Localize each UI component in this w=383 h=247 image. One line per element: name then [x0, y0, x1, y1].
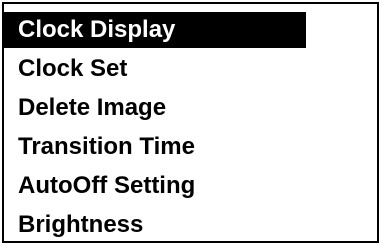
menu-item-transition-time[interactable]: Transition Time — [4, 129, 306, 165]
menu-item-autooff-setting[interactable]: AutoOff Setting — [4, 168, 306, 204]
menu-item-delete-image[interactable]: Delete Image — [4, 90, 306, 126]
menu-item-clock-display[interactable]: Clock Display — [4, 12, 306, 48]
menu-item-clock-set[interactable]: Clock Set — [4, 51, 306, 87]
menu-item-brightness[interactable]: Brightness — [4, 207, 306, 243]
settings-menu: Clock Display Clock Set Delete Image Tra… — [2, 2, 379, 243]
